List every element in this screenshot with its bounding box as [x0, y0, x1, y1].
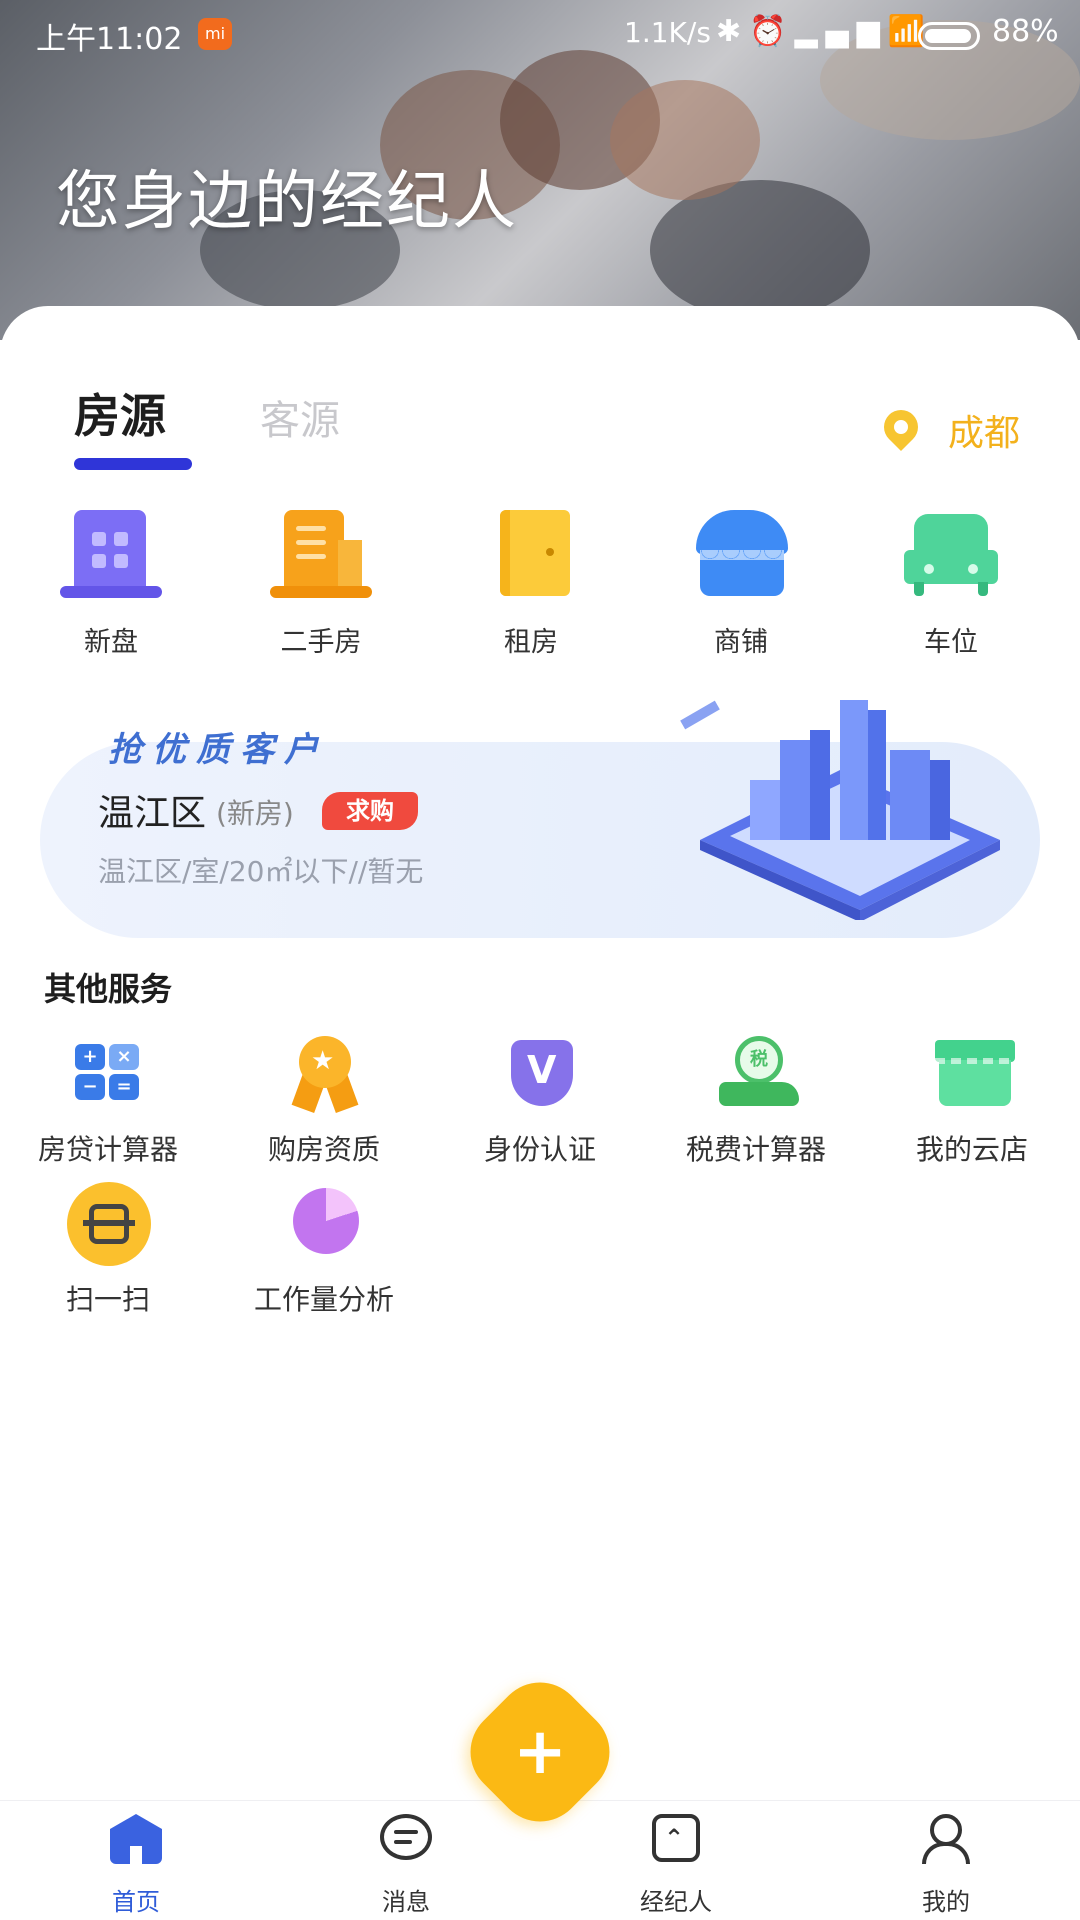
service-label: 工作量分析 — [253, 1283, 394, 1316]
agent-icon: ⌃ — [646, 1812, 706, 1868]
store-icon — [927, 1036, 1017, 1116]
battery-icon — [918, 22, 980, 50]
mi-notification-icon: mi — [198, 18, 232, 50]
service-label: 身份认证 — [483, 1133, 596, 1166]
plus-icon: + — [513, 1715, 567, 1789]
service-workload-analysis[interactable]: 工作量分析 — [234, 1186, 414, 1318]
banner-tag: 抢优质客户 — [108, 730, 328, 770]
service-mortgage-calculator[interactable]: + × − = 房贷计算器 — [18, 1036, 198, 1168]
banner-description: 温江区/室/20㎡以下//暂无 — [98, 855, 424, 888]
medal-icon: ★ — [279, 1036, 369, 1116]
service-my-cloud-store[interactable]: 我的云店 — [882, 1036, 1062, 1168]
category-label: 车位 — [924, 627, 978, 658]
nav-label: 经纪人 — [640, 1888, 712, 1916]
service-identity-verification[interactable]: V 身份认证 — [450, 1036, 630, 1168]
service-label: 购房资质 — [267, 1133, 380, 1166]
nav-label: 消息 — [382, 1888, 430, 1916]
calculator-icon: + × − = — [63, 1036, 153, 1116]
nav-profile[interactable]: 我的 — [876, 1812, 1016, 1917]
scan-icon — [63, 1182, 153, 1266]
shield-v-icon: V — [495, 1036, 585, 1116]
banner-type: (新房) — [216, 797, 294, 830]
home-icon — [106, 1812, 166, 1868]
door-icon — [476, 500, 586, 600]
car-icon — [896, 500, 1006, 600]
tab-clients[interactable]: 客源 — [260, 388, 340, 446]
battery-percent: 88% — [992, 14, 1059, 49]
nav-messages[interactable]: 消息 — [336, 1812, 476, 1917]
city-illustration-icon — [680, 700, 1000, 920]
status-bar: 上午11:02 mi 1.1K/s ✱⏰▂▄▆📶 88% — [0, 0, 1080, 70]
service-scan[interactable]: 扫一扫 — [18, 1182, 198, 1318]
category-new-homes[interactable]: 新盘 — [36, 500, 186, 659]
tab-listings[interactable]: 房源 — [74, 380, 166, 446]
category-parking[interactable]: 车位 — [876, 500, 1026, 659]
shop-icon — [686, 500, 796, 600]
banner-district: 温江区 — [98, 793, 207, 834]
status-time: 上午11:02 — [36, 22, 183, 57]
profile-icon — [916, 1812, 976, 1868]
pie-chart-icon — [279, 1186, 369, 1266]
message-icon — [376, 1812, 436, 1868]
tax-coin-hand-icon: 税 — [711, 1036, 801, 1116]
tab-indicator — [74, 458, 192, 470]
nav-home[interactable]: 首页 — [66, 1812, 206, 1917]
status-badge: 求购 — [322, 792, 418, 830]
nav-agents[interactable]: ⌃ 经纪人 — [606, 1812, 746, 1917]
category-label: 新盘 — [84, 627, 138, 658]
city-name: 成都 — [948, 413, 1021, 454]
service-label: 税费计算器 — [685, 1133, 826, 1166]
service-label: 房贷计算器 — [37, 1133, 178, 1166]
category-label: 商铺 — [714, 627, 768, 658]
services-title: 其他服务 — [44, 970, 173, 1008]
nav-label: 我的 — [922, 1888, 970, 1916]
service-tax-calculator[interactable]: 税 税费计算器 — [666, 1036, 846, 1168]
category-second-hand[interactable]: 二手房 — [246, 500, 396, 659]
status-icons: ✱⏰▂▄▆📶 — [716, 14, 934, 49]
office-building-icon — [266, 500, 376, 600]
service-label: 我的云店 — [915, 1133, 1028, 1166]
service-label: 扫一扫 — [65, 1283, 150, 1316]
category-label: 二手房 — [280, 627, 362, 658]
category-shops[interactable]: 商铺 — [666, 500, 816, 659]
nav-label: 首页 — [112, 1888, 160, 1916]
net-speed: 1.1K/s — [624, 16, 711, 49]
hero-title: 您身边的经纪人 — [56, 165, 518, 239]
building-icon — [56, 500, 166, 600]
category-label: 租房 — [504, 627, 558, 658]
service-purchase-eligibility[interactable]: ★ 购房资质 — [234, 1036, 414, 1168]
category-rent[interactable]: 租房 — [456, 500, 606, 659]
